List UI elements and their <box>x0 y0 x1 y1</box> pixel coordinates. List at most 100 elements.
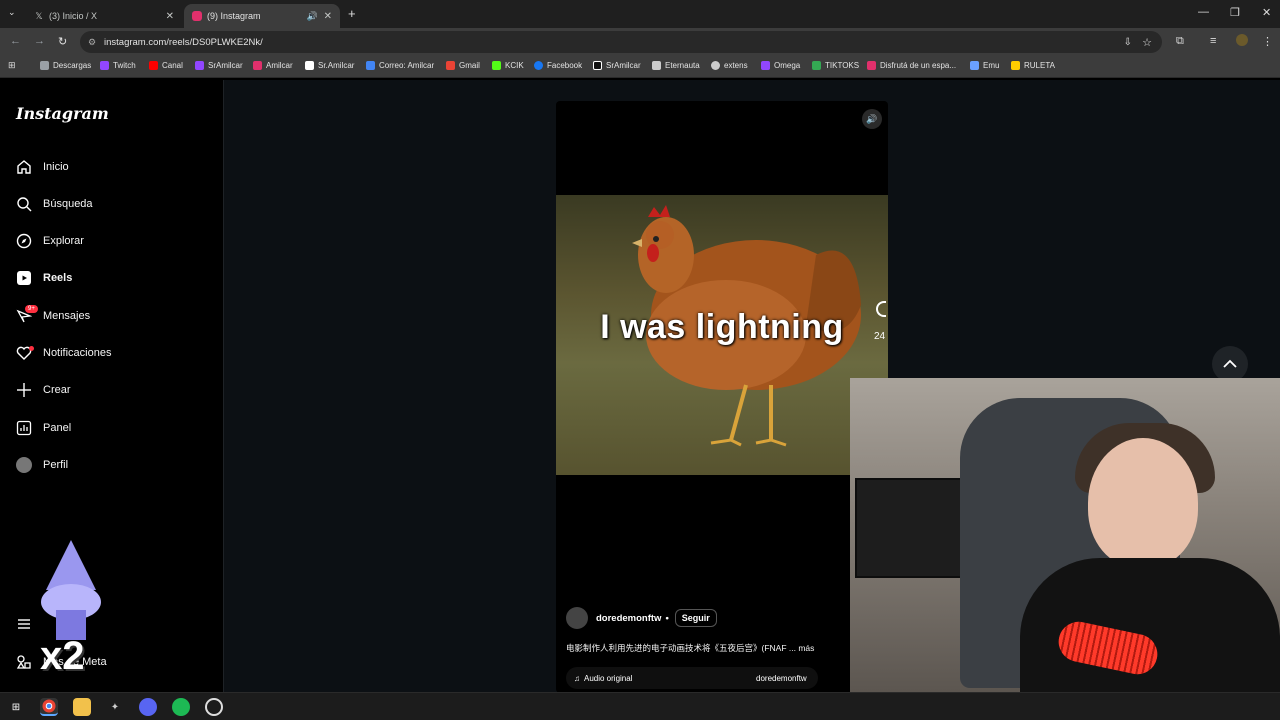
scroll-up-button[interactable] <box>1212 346 1248 382</box>
url-text: instagram.com/reels/DS0PLWKE2Nk/ <box>104 36 263 48</box>
extensions-icon[interactable]: ⧉ <box>1176 35 1184 48</box>
back-button[interactable]: ← <box>10 35 21 47</box>
spotify-icon[interactable] <box>172 698 190 716</box>
sidebar-item-notificaciones[interactable]: Notificaciones <box>16 341 111 365</box>
new-tab-button[interactable]: + <box>348 6 356 21</box>
bookmark-label: Canal <box>162 61 183 70</box>
chrome-icon[interactable] <box>40 698 58 716</box>
speaker-icon[interactable]: 🔊 <box>307 11 318 22</box>
bookmark-emu[interactable]: Emu <box>970 61 999 70</box>
bookmark-amilcar-ig[interactable]: Amilcar <box>253 61 293 70</box>
like-count: 24 <box>874 331 886 342</box>
sidebar-item-busqueda[interactable]: Búsqueda <box>16 192 93 216</box>
sidebar-item-panel[interactable]: Panel <box>16 416 71 440</box>
bookmark-disfruta[interactable]: Disfrutá de un espa... <box>867 61 956 70</box>
site-info-icon[interactable]: ⚙ <box>88 37 96 48</box>
multiplier-label: x2 <box>40 634 85 678</box>
sidebar-item-mensajes[interactable]: 9+ Mensajes <box>16 304 90 328</box>
bookmark-facebook[interactable]: Facebook <box>534 61 582 70</box>
twitch-icon <box>195 61 204 70</box>
twitch-icon <box>100 61 109 70</box>
sidebar-item-explorar[interactable]: Explorar <box>16 229 84 253</box>
follow-button[interactable]: Seguir <box>674 609 717 627</box>
twitch-icon <box>761 61 770 70</box>
author-username[interactable]: doredemonftw <box>596 613 661 624</box>
menu-icon[interactable]: ⋮ <box>1262 35 1273 48</box>
bookmark-eternauta[interactable]: Eternauta <box>652 61 700 70</box>
window-close-button[interactable]: ✕ <box>1262 6 1271 19</box>
bookmark-label: TIKTOKS <box>825 61 860 70</box>
bookmark-sramilcar-x[interactable]: Sr.Amilcar <box>305 61 354 70</box>
media-icon[interactable]: ≡ <box>1210 35 1216 47</box>
star-icon[interactable]: ☆ <box>1142 36 1152 49</box>
reels-icon <box>16 270 32 286</box>
install-icon[interactable]: ⇩ <box>1124 37 1132 48</box>
minimize-button[interactable]: — <box>1198 6 1209 18</box>
like-icon[interactable] <box>876 301 886 317</box>
reel-description[interactable]: 电影制作人利用先进的电子动画技术将《五夜后宫》(FNAF ... más <box>566 642 814 654</box>
url-field[interactable]: ⚙ instagram.com/reels/DS0PLWKE2Nk/ ⇩ ☆ <box>80 31 1162 53</box>
bookmark-kcik[interactable]: KCIK <box>492 61 524 70</box>
reel-frame-chicken: I was lightning <box>556 195 888 475</box>
reload-button[interactable]: ↻ <box>58 35 67 48</box>
bookmark-twitch[interactable]: Twitch <box>100 61 136 70</box>
bookmark-canal[interactable]: Canal <box>149 61 183 70</box>
bookmark-tiktoks[interactable]: TIKTOKS <box>812 61 859 70</box>
reel-overlay-text: I was lightning <box>600 308 844 346</box>
tab-x[interactable]: 𝕏 (3) Inicio / X ✕ <box>26 4 182 28</box>
bookmark-sramilcar-twitch[interactable]: SrAmilcar <box>195 61 243 70</box>
reel-video[interactable]: 🔊 I was lightning 24 doredemonftw • Segu… <box>556 101 888 692</box>
forward-button[interactable]: → <box>34 35 45 47</box>
app-icon[interactable]: ✦ <box>106 698 124 716</box>
sidebar-item-crear[interactable]: Crear <box>16 378 71 402</box>
bookmark-ruleta[interactable]: RULETA <box>1011 61 1055 70</box>
reel-actions: 24 <box>874 301 886 342</box>
x-logo-icon: 𝕏 <box>35 10 43 21</box>
bookmark-gmail[interactable]: Gmail <box>446 61 480 70</box>
bookmark-correo[interactable]: Correo: Amilcar <box>366 61 434 70</box>
sidebar-item-label: Crear <box>43 384 71 396</box>
instagram-logo[interactable]: Instagram <box>16 104 109 123</box>
apps-icon[interactable]: ⊞ <box>8 60 16 71</box>
bookmark-label: SrAmilcar <box>208 61 243 70</box>
sidebar-item-inicio[interactable]: Inicio <box>16 155 69 179</box>
file-explorer-icon[interactable] <box>73 698 91 716</box>
messenger-icon: 9+ <box>16 305 38 324</box>
tab-search-button[interactable]: ⌄ <box>8 7 16 18</box>
audio-owner: doredemonftw <box>756 673 807 683</box>
sidebar-item-perfil[interactable]: Perfil <box>16 453 68 477</box>
windows-start-icon[interactable]: ⊞ <box>7 698 25 716</box>
streamer-shirt <box>1020 558 1280 692</box>
profile-avatar[interactable] <box>1236 34 1248 46</box>
avatar-icon <box>16 457 32 473</box>
close-icon[interactable]: ✕ <box>166 11 174 22</box>
sidebar-item-label: Mensajes <box>43 310 91 322</box>
x-logo-icon <box>305 61 314 70</box>
bookmark-label: KCIK <box>505 61 524 70</box>
address-bar-row: ← → ↻ ⚙ instagram.com/reels/DS0PLWKE2Nk/… <box>0 28 1280 56</box>
bookmark-label: Eternauta <box>665 61 700 70</box>
restore-button[interactable]: ❐ <box>1230 6 1240 19</box>
home-icon <box>16 159 32 175</box>
tab-instagram[interactable]: (9) Instagram 🔊 ✕ <box>184 4 340 28</box>
sidebar-item-label: Perfil <box>43 459 69 471</box>
discord-icon[interactable] <box>139 698 157 716</box>
heart-icon <box>16 345 34 361</box>
instagram-icon <box>192 11 202 21</box>
kick-icon <box>492 61 501 70</box>
close-icon[interactable]: ✕ <box>324 11 332 22</box>
speaker-icon[interactable]: 🔊 <box>862 109 882 129</box>
reel-audio[interactable]: ♫ Audio original doredemonftw <box>566 667 818 689</box>
compass-icon <box>16 233 32 249</box>
sidebar-item-reels[interactable]: Reels <box>16 266 72 290</box>
author-avatar[interactable] <box>566 607 588 629</box>
bookmark-extens[interactable]: extens <box>711 61 748 70</box>
bookmark-omega[interactable]: Omega <box>761 61 800 70</box>
bookmark-descargas[interactable]: Descargas <box>40 61 91 70</box>
obs-icon[interactable] <box>205 698 223 716</box>
gmail-icon <box>446 61 455 70</box>
bookmark-sramilcar-tiktok[interactable]: SrAmilcar <box>593 61 641 70</box>
facebook-icon <box>534 61 543 70</box>
audio-label: Audio original <box>584 673 633 683</box>
bookmark-label: Gmail <box>459 61 480 70</box>
